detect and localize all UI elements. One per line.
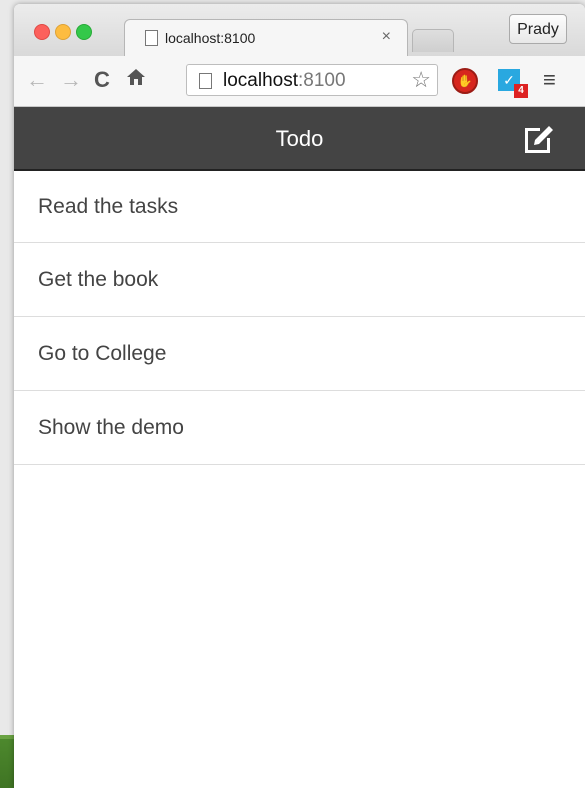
back-arrow-icon[interactable]: ←: [26, 66, 48, 94]
zoom-window-button[interactable]: [76, 24, 92, 40]
list-item-label: Go to College: [38, 341, 167, 365]
page-title: Todo: [275, 126, 324, 151]
close-window-button[interactable]: [34, 24, 50, 40]
url-text: localhost:8100: [223, 70, 346, 91]
home-icon[interactable]: [126, 66, 146, 94]
list-item[interactable]: Get the book: [14, 243, 585, 317]
list-item-label: Read the tasks: [38, 194, 179, 218]
adblock-extension-icon[interactable]: ✋: [452, 68, 478, 94]
address-bar[interactable]: localhost:8100 ☆: [186, 64, 438, 96]
new-tab-button[interactable]: [412, 29, 454, 52]
extension-badge: 4: [514, 84, 528, 98]
list-item[interactable]: Read the tasks: [14, 169, 585, 243]
browser-titlebar: localhost:8100 × Prady: [14, 4, 585, 58]
list-item-label: Get the book: [38, 267, 159, 291]
app-header: Todo: [14, 107, 585, 169]
tab-close-icon[interactable]: ×: [382, 28, 391, 46]
profile-button[interactable]: Prady: [509, 14, 567, 44]
compose-button[interactable]: [522, 121, 556, 155]
todo-list: Read the tasks Get the book Go to Colleg…: [14, 169, 585, 465]
tab-title: localhost:8100: [165, 30, 256, 46]
list-item-label: Show the demo: [38, 415, 184, 439]
browser-tab[interactable]: localhost:8100 ×: [124, 19, 408, 58]
browser-toolbar: ← → C localhost:8100 ☆ ✋ ✓ 4 ≡: [14, 56, 585, 107]
minimize-window-button[interactable]: [55, 24, 71, 40]
page-icon: [145, 30, 158, 46]
menu-icon[interactable]: ≡: [543, 66, 556, 94]
edit-icon: [525, 126, 553, 153]
bookmark-star-icon[interactable]: ☆: [411, 67, 431, 93]
browser-window: localhost:8100 × Prady ← → C localhost:8…: [14, 4, 585, 788]
list-item[interactable]: Go to College: [14, 317, 585, 391]
page-icon: [199, 73, 212, 89]
forward-arrow-icon[interactable]: →: [60, 66, 82, 94]
list-item[interactable]: Show the demo: [14, 391, 585, 465]
reload-icon[interactable]: C: [94, 66, 110, 94]
